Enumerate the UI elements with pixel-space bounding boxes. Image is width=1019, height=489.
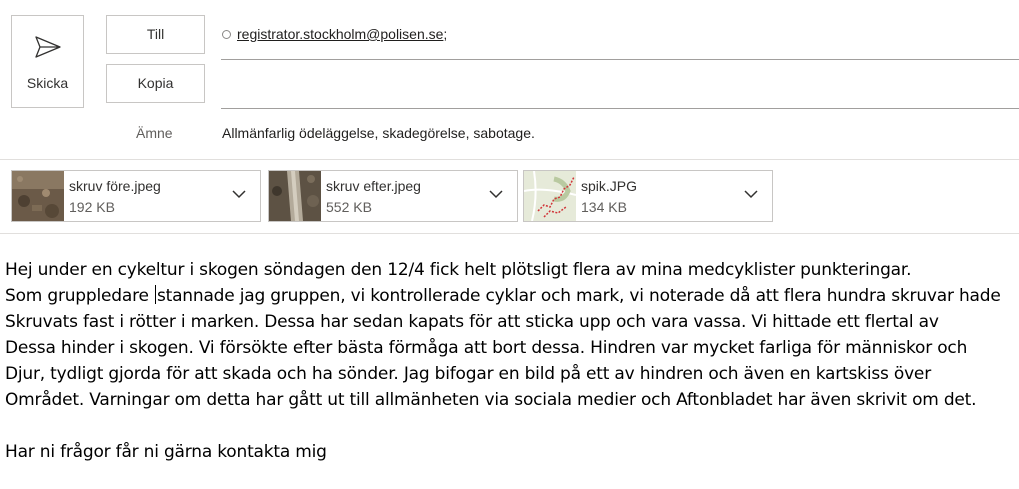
to-button[interactable]: Till [106, 15, 205, 54]
divider [0, 233, 1019, 234]
body-line: Hej under en cykeltur i skogen söndagen … [5, 260, 912, 280]
to-field-underline [221, 59, 1019, 60]
body-line [5, 413, 1015, 439]
body-line: Har ni frågor får ni gärna kontakta mig [5, 442, 327, 462]
chevron-down-icon[interactable] [232, 189, 246, 199]
body-line: Området. Varningar om detta har gått ut … [5, 390, 977, 410]
recipient-separator: ; [443, 26, 448, 42]
body-text-segment: stannade jag gruppen, vi kontrollerade c… [156, 286, 1001, 306]
message-body[interactable]: Hej under en cykeltur i skogen söndagen … [5, 257, 1015, 465]
body-line: Djur, tydligt gjorda för att skada och h… [5, 364, 931, 384]
cc-button[interactable]: Kopia [106, 64, 205, 103]
subject-label: Ämne [136, 125, 173, 141]
presence-status-icon [222, 29, 231, 39]
body-line: Som gruppledare stannade jag gruppen, vi… [5, 283, 1015, 309]
body-line: Dessa hinder i skogen. Vi försökte efter… [5, 338, 968, 358]
attachment-size: 552 KB [326, 199, 372, 215]
body-line: Skruvats fast i rötter i marken. Dessa h… [5, 312, 939, 332]
chevron-down-icon[interactable] [744, 189, 758, 199]
attachment-card[interactable]: skruv före.jpeg 192 KB [11, 170, 261, 222]
attachment-card[interactable]: spik.JPG 134 KB [523, 170, 773, 222]
send-button[interactable]: Skicka [11, 15, 84, 108]
send-icon [35, 36, 61, 58]
body-text-segment: Som gruppledare [5, 286, 154, 306]
text-cursor [154, 285, 156, 304]
cc-field[interactable] [221, 108, 1019, 109]
attachment-name: skruv före.jpeg [69, 178, 161, 194]
send-label: Skicka [26, 75, 69, 91]
divider [0, 159, 1019, 160]
attachment-name: spik.JPG [581, 178, 638, 194]
subject-input[interactable]: Allmänfarlig ödeläggelse, skadegörelse, … [222, 125, 535, 141]
attachment-card[interactable]: skruv efter.jpeg 552 KB [268, 170, 518, 222]
attachment-size: 192 KB [69, 199, 115, 215]
to-field[interactable]: registrator.stockholm@polisen.se ; [222, 26, 447, 42]
attachment-size: 134 KB [581, 199, 627, 215]
chevron-down-icon[interactable] [489, 189, 503, 199]
recipient-address[interactable]: registrator.stockholm@polisen.se [237, 26, 443, 42]
attachment-name: skruv efter.jpeg [326, 178, 421, 194]
image-thumbnail-icon [269, 171, 321, 221]
map-thumbnail-icon [524, 171, 576, 221]
image-thumbnail-icon [12, 171, 64, 221]
